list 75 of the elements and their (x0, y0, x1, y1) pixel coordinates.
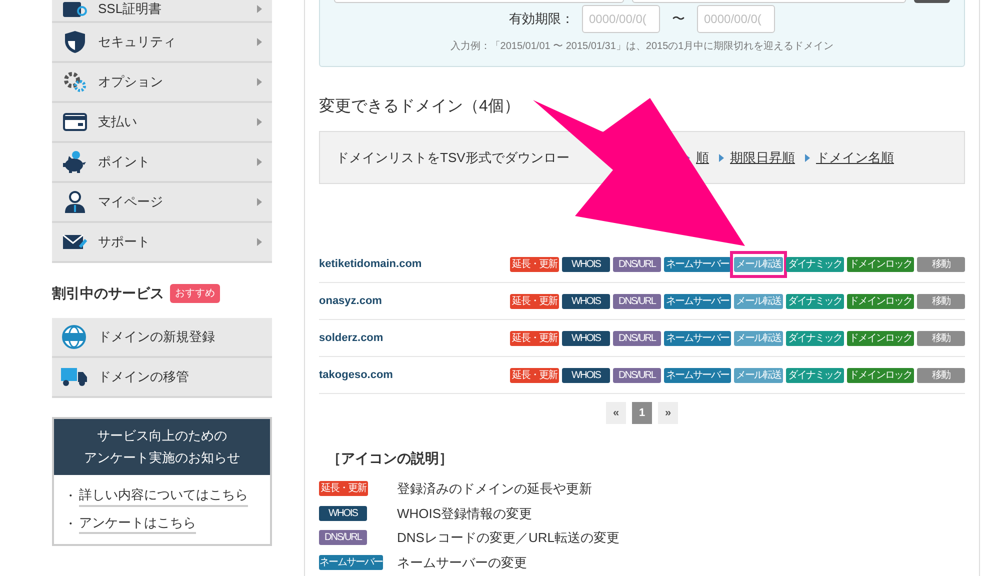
action-badge[interactable]: ダイナミック (786, 368, 844, 382)
action-badge[interactable]: ダイナミック (786, 256, 844, 272)
action-badge[interactable]: DNS/URL (613, 294, 661, 308)
action-badge[interactable]: メール転送 (734, 294, 783, 308)
action-badge[interactable]: ネームサーバー (664, 294, 731, 308)
domain-link[interactable]: solderz.com (319, 330, 384, 346)
section-title: ［アイコンの説明］ (327, 449, 454, 468)
bullet: ・ (64, 514, 77, 532)
action-badge[interactable]: ネームサーバー (319, 554, 383, 570)
action-badge[interactable]: 移動 (917, 330, 965, 346)
notice-link[interactable]: 詳しい内容についてはこちら (79, 485, 248, 506)
date-field[interactable]: 0000/00/0( (582, 5, 660, 33)
action-badge[interactable]: メール転送 (734, 256, 783, 272)
sidebar-menu-item[interactable]: セキュリティ (52, 23, 272, 63)
date-field[interactable]: 0000/00/0( (697, 5, 775, 33)
action-badge[interactable]: DNS/URL (613, 368, 661, 382)
notice-title: アンケート実施のお知らせ (84, 449, 240, 467)
sidebar-menu-item[interactable]: ポイント (52, 143, 272, 183)
action-badge[interactable]: WHOIS (562, 294, 610, 308)
action-badge[interactable]: WHOIS (562, 256, 610, 272)
domain-link[interactable]: onasyz.com (319, 292, 382, 310)
sidebar-menu-item[interactable]: マイページ (52, 183, 272, 223)
action-badge[interactable]: 延長・更新 (510, 368, 559, 382)
legend-text: ネームサーバーの変更 (397, 554, 527, 572)
action-badge[interactable]: DNS/URL (613, 256, 661, 272)
action-badge[interactable]: 延長・更新 (319, 481, 368, 496)
sidebar-menu-item[interactable]: オプション (52, 63, 272, 103)
action-badge[interactable]: ドメインロック (847, 256, 914, 272)
action-badge[interactable]: 移動 (917, 368, 965, 382)
sort-link[interactable]: 順 (696, 148, 709, 168)
action-badge[interactable]: ドメインロック (847, 294, 914, 308)
legend-text: DNSレコードの変更／URL転送の変更 (397, 529, 620, 547)
notice-link[interactable]: アンケートはこちら (79, 512, 196, 534)
action-badge[interactable]: メール転送 (734, 368, 783, 382)
download-text: ドメインリストをTSV形式でダウンロー (336, 148, 570, 167)
input-example: 入力例：「2015/01/01 〜 2015/01/31」は、2015の1月中に期限切れを迎えるドメイン (450, 40, 834, 54)
notice-title: サービス向上のための (97, 427, 227, 445)
domain-link[interactable]: takogeso.com (319, 366, 393, 384)
action-badge[interactable]: ネームサーバー (664, 256, 731, 272)
action-badge[interactable]: 延長・更新 (510, 294, 559, 308)
action-badge[interactable]: ドメインロック (847, 330, 914, 346)
action-badge[interactable]: ドメインロック (847, 368, 914, 382)
action-badge[interactable]: WHOIS (562, 368, 610, 382)
sidebar-menu-item[interactable]: 支払い (52, 103, 272, 143)
action-badge[interactable]: ネームサーバー (664, 330, 731, 346)
action-badge[interactable]: 移動 (917, 294, 965, 308)
action-badge[interactable]: ダイナミック (786, 294, 844, 308)
action-badge[interactable]: ネームサーバー (664, 368, 731, 382)
sidebar-menu-item[interactable]: サポート (52, 223, 272, 263)
page-button[interactable]: » (658, 402, 678, 424)
action-badge[interactable]: 延長・更新 (510, 256, 559, 272)
section-title: 変更できるドメイン（4個） (319, 97, 521, 117)
legend-text: WHOIS登録情報の変更 (397, 504, 532, 522)
page-button[interactable]: « (606, 402, 626, 424)
sidebar-menu-item[interactable]: SSL証明書 (52, 0, 272, 23)
section-title: 割引中のサービス (52, 284, 164, 303)
action-badge[interactable]: 延長・更新 (510, 330, 559, 346)
action-badge[interactable]: WHOIS (319, 506, 367, 521)
range-separator: 〜 (671, 10, 686, 28)
action-badge[interactable]: DNS/URL (319, 530, 367, 546)
action-badge[interactable]: 移動 (917, 256, 965, 272)
action-badge[interactable]: WHOIS (562, 330, 610, 346)
field-label: 有効期限： (509, 10, 574, 28)
service-item[interactable]: ドメインの移管 (52, 358, 272, 398)
sort-link[interactable]: 期限日昇順 (730, 148, 795, 168)
action-badge[interactable]: ダイナミック (786, 330, 844, 346)
page-button[interactable]: 1 (632, 402, 652, 424)
sort-link[interactable]: ドメイン名順 (816, 148, 894, 168)
action-badge[interactable]: メール転送 (734, 330, 783, 346)
bullet: ・ (64, 487, 77, 505)
action-badge[interactable]: DNS/URL (613, 330, 661, 346)
service-item[interactable]: ドメインの新規登録 (52, 318, 272, 358)
domain-link[interactable]: ketiketidomain.com (319, 256, 422, 272)
recommend-badge: おすすめ (170, 284, 220, 303)
legend-text: 登録済みのドメインの延長や更新 (397, 480, 592, 498)
